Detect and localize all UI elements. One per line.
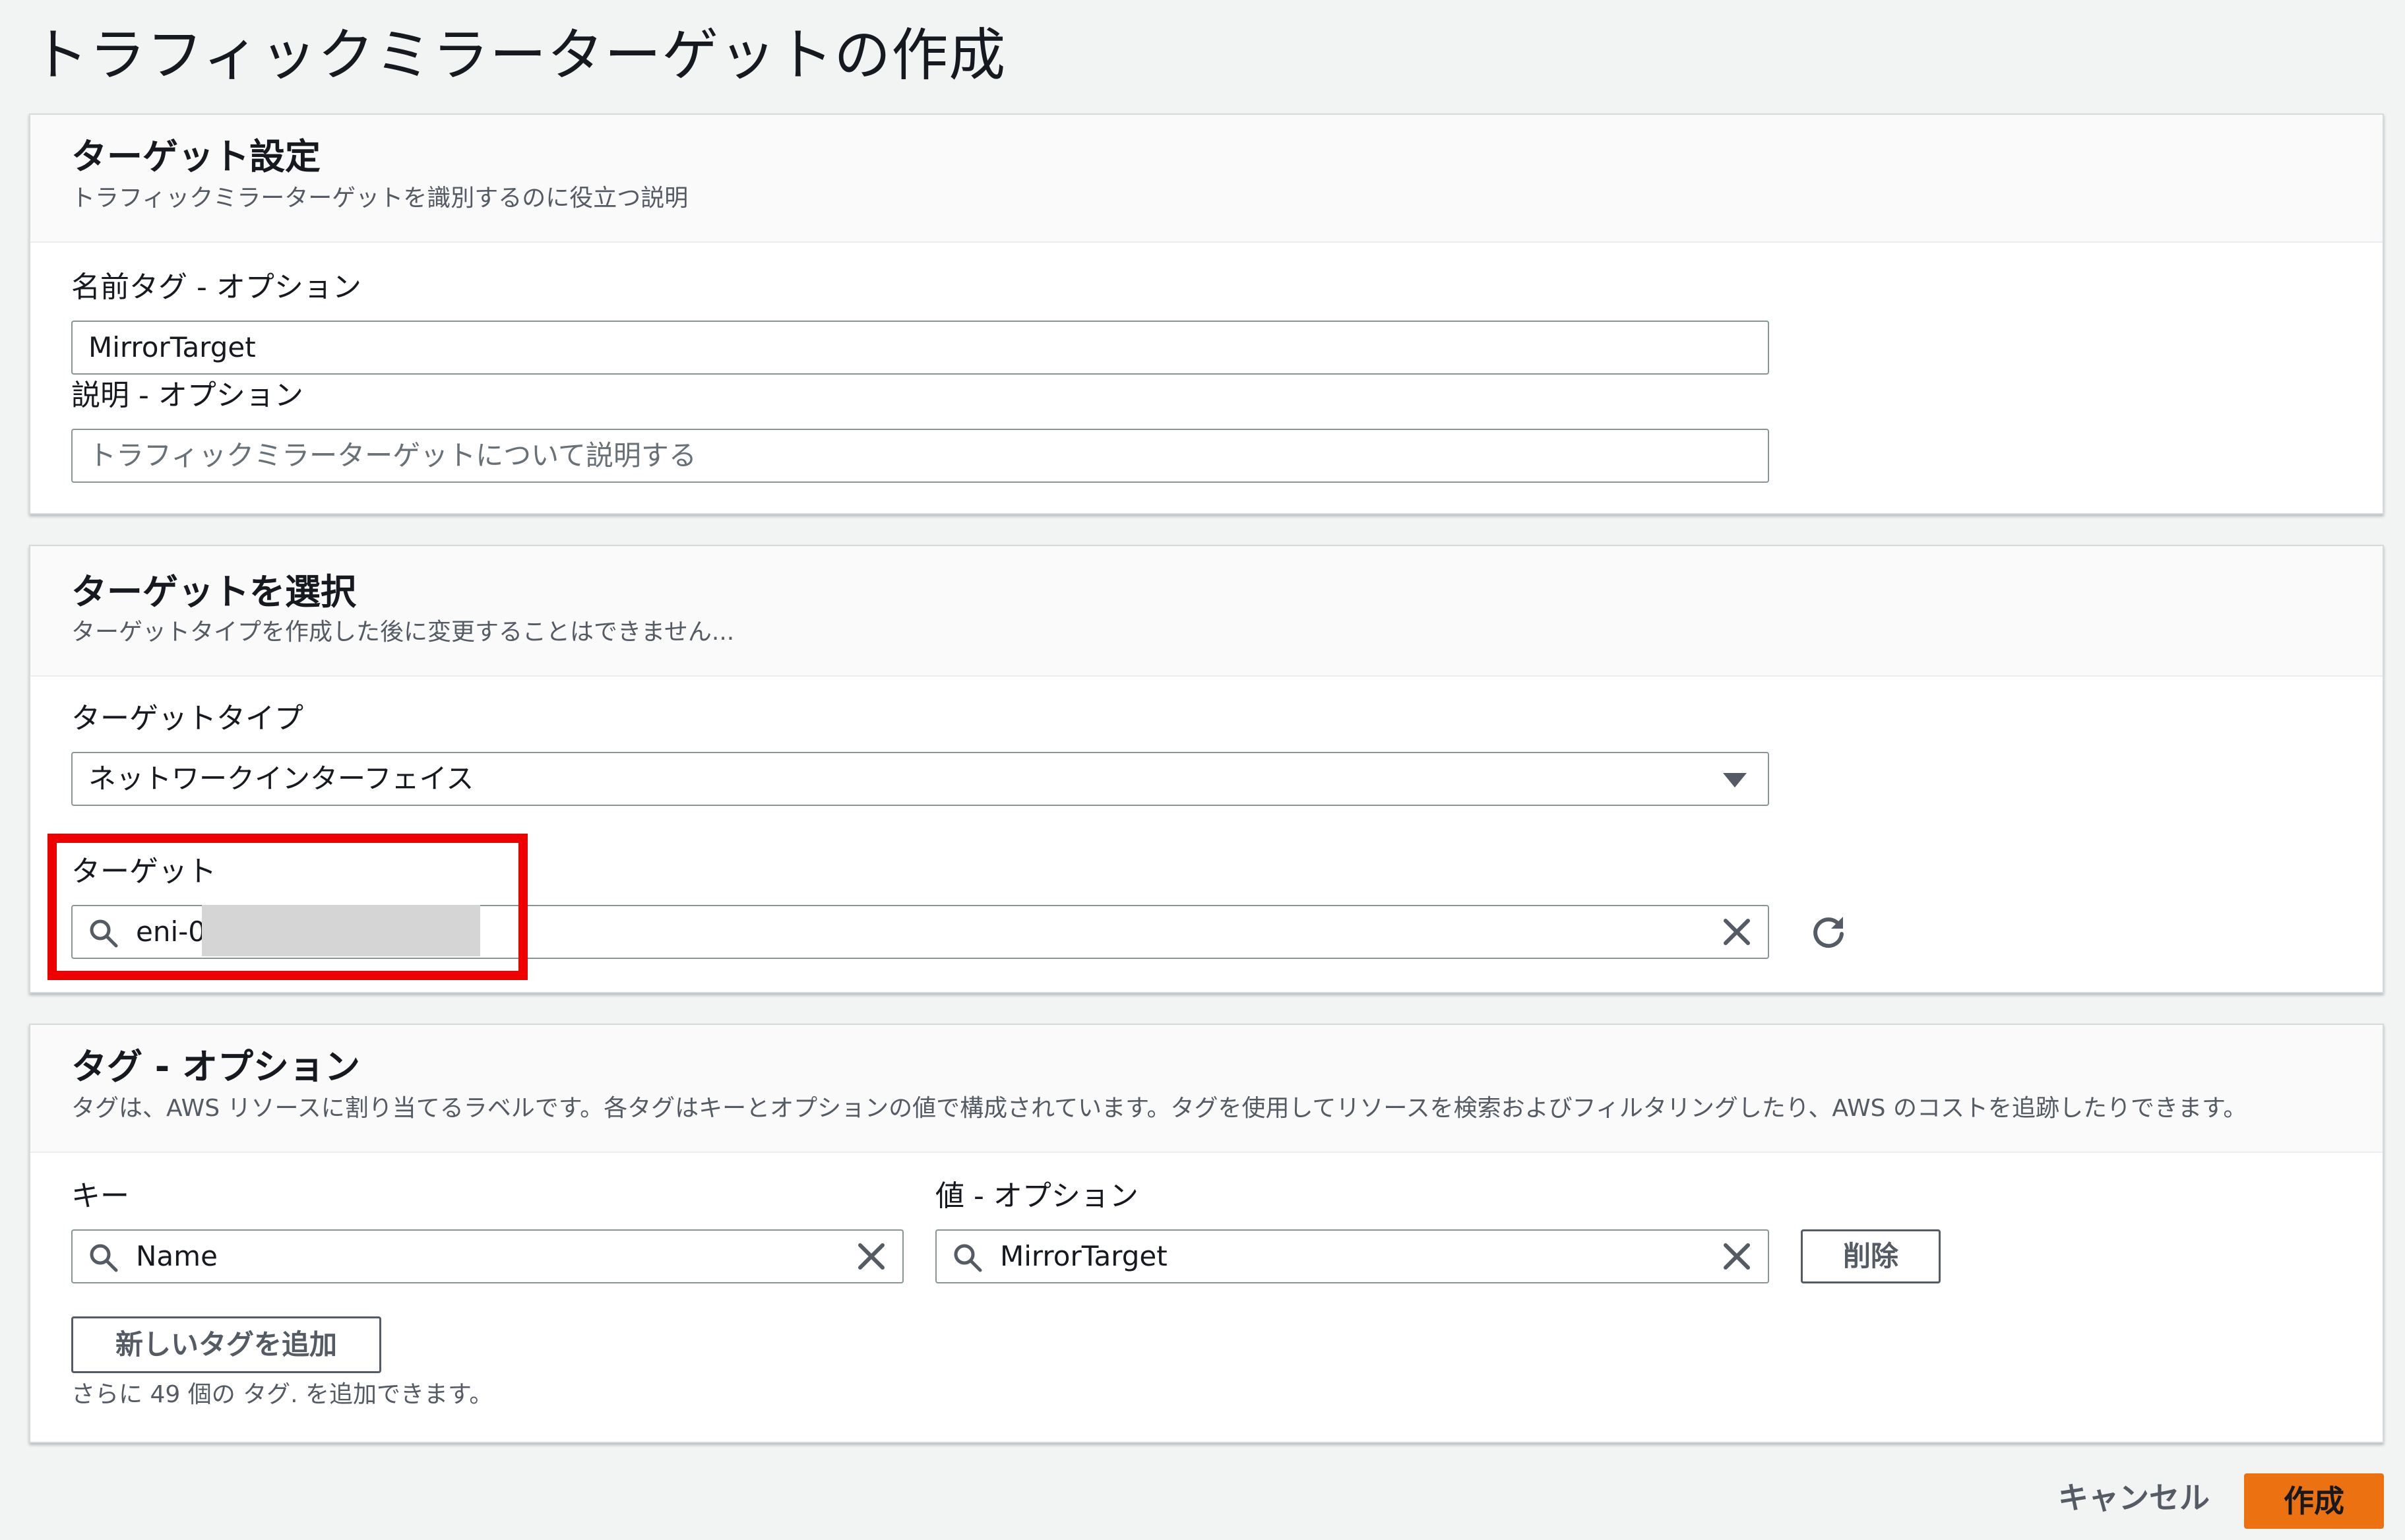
panel-description: ターゲットタイプを作成した後に変更することはできません...	[71, 619, 735, 646]
tag-value-input[interactable]: MirrorTarget	[935, 1229, 1769, 1283]
close-icon[interactable]	[1722, 917, 1752, 947]
close-icon[interactable]	[1722, 1241, 1752, 1272]
name-tag-value: MirrorTarget	[88, 331, 256, 363]
tag-key-label: キー	[71, 1179, 129, 1213]
panel-description: タグは、AWS リソースに割り当てるラベルです。各タグはキーとオプションの値で構…	[71, 1095, 2247, 1122]
target-type-select[interactable]: ネットワークインターフェイス	[71, 752, 1769, 806]
panel-title: ターゲット設定	[71, 136, 321, 177]
target-type-label: ターゲットタイプ	[71, 702, 303, 735]
cancel-button[interactable]: キャンセル	[2058, 1475, 2210, 1521]
annotation-highlight	[47, 834, 528, 980]
page-title: トラフィックミラーターゲットの作成	[32, 22, 1007, 88]
description-input[interactable]: トラフィックミラーターゲットについて説明する	[71, 429, 1769, 483]
create-button[interactable]: 作成	[2244, 1473, 2384, 1529]
target-type-value: ネットワークインターフェイス	[88, 762, 474, 795]
panel-description: トラフィックミラーターゲットを識別するのに役立つ説明	[71, 185, 689, 212]
description-label: 説明 - オプション	[71, 379, 303, 412]
panel-title: タグ - オプション	[71, 1046, 361, 1088]
add-tag-button[interactable]: 新しいタグを追加	[71, 1316, 381, 1373]
tag-limit-hint: さらに 49 個の タグ. を追加できます。	[71, 1381, 493, 1408]
panel-header: タグ - オプション タグは、AWS リソースに割り当てるラベルです。各タグはキ…	[30, 1025, 2383, 1153]
caret-down-icon	[1723, 773, 1747, 787]
name-tag-input[interactable]: MirrorTarget	[71, 321, 1769, 375]
name-tag-label: 名前タグ - オプション	[71, 270, 361, 304]
target-settings-panel: ターゲット設定 トラフィックミラーターゲットを識別するのに役立つ説明 名前タグ …	[29, 113, 2384, 514]
panel-header: ターゲット設定 トラフィックミラーターゲットを識別するのに役立つ説明	[30, 115, 2383, 243]
search-icon	[90, 1244, 118, 1272]
panel-title: ターゲットを選択	[71, 571, 356, 613]
search-icon	[954, 1244, 982, 1272]
tag-value-label: 値 - オプション	[935, 1179, 1139, 1213]
tags-panel: タグ - オプション タグは、AWS リソースに割り当てるラベルです。各タグはキ…	[29, 1024, 2384, 1443]
remove-tag-button[interactable]: 削除	[1801, 1229, 1941, 1283]
close-icon[interactable]	[856, 1241, 887, 1272]
description-placeholder: トラフィックミラーターゲットについて説明する	[88, 439, 697, 472]
refresh-icon[interactable]	[1809, 913, 1848, 952]
tag-key-input[interactable]: Name	[71, 1229, 904, 1283]
panel-header: ターゲットを選択 ターゲットタイプを作成した後に変更することはできません...	[30, 546, 2383, 677]
tag-value-value: MirrorTarget	[1000, 1240, 1168, 1272]
tag-key-value: Name	[136, 1240, 218, 1272]
